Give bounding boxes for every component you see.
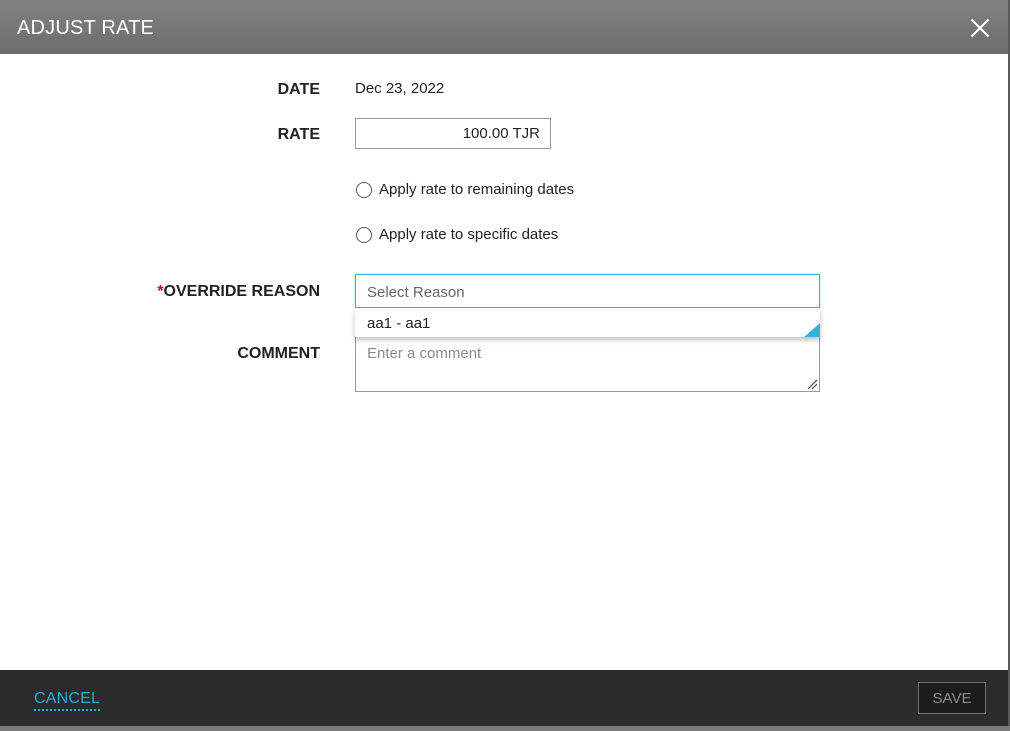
dialog-header: ADJUST RATE: [0, 0, 1008, 54]
cancel-button[interactable]: CANCEL: [34, 690, 101, 711]
dropdown-option[interactable]: aa1 - aa1: [355, 308, 820, 337]
date-value: Dec 23, 2022: [355, 80, 445, 97]
adjust-rate-dialog: ADJUST RATE DATE Dec 23, 2022 RATE Apply…: [0, 0, 1010, 731]
radio-button-icon[interactable]: [356, 226, 372, 243]
override-reason-label: *OVERRIDE REASON: [157, 283, 320, 301]
save-button[interactable]: SAVE: [918, 682, 986, 714]
backdrop-strip: [0, 726, 1010, 731]
reason-dropdown-list: aa1 - aa1: [355, 308, 820, 337]
comment-textarea[interactable]: [355, 336, 820, 392]
resize-handle-icon[interactable]: [806, 378, 818, 390]
select-placeholder: Select Reason: [367, 284, 465, 301]
selected-corner-icon: [804, 323, 820, 337]
override-reason-label-text: OVERRIDE REASON: [163, 283, 320, 300]
dialog-footer: CANCEL SAVE: [0, 670, 1008, 726]
radio-specific-dates[interactable]: Apply rate to specific dates: [356, 226, 558, 243]
radio-label: Apply rate to remaining dates: [379, 181, 575, 198]
dialog-title: ADJUST RATE: [17, 17, 155, 39]
date-label: DATE: [277, 81, 320, 98]
close-icon[interactable]: [966, 14, 994, 42]
rate-input[interactable]: [355, 118, 551, 149]
rate-label: RATE: [277, 126, 320, 143]
dropdown-option-label: aa1 - aa1: [367, 315, 431, 332]
override-reason-select[interactable]: Select Reason: [355, 274, 820, 308]
radio-remaining-dates[interactable]: Apply rate to remaining dates: [356, 181, 574, 198]
comment-label: COMMENT: [237, 345, 320, 362]
radio-label: Apply rate to specific dates: [379, 226, 559, 243]
radio-button-icon[interactable]: [356, 181, 372, 198]
